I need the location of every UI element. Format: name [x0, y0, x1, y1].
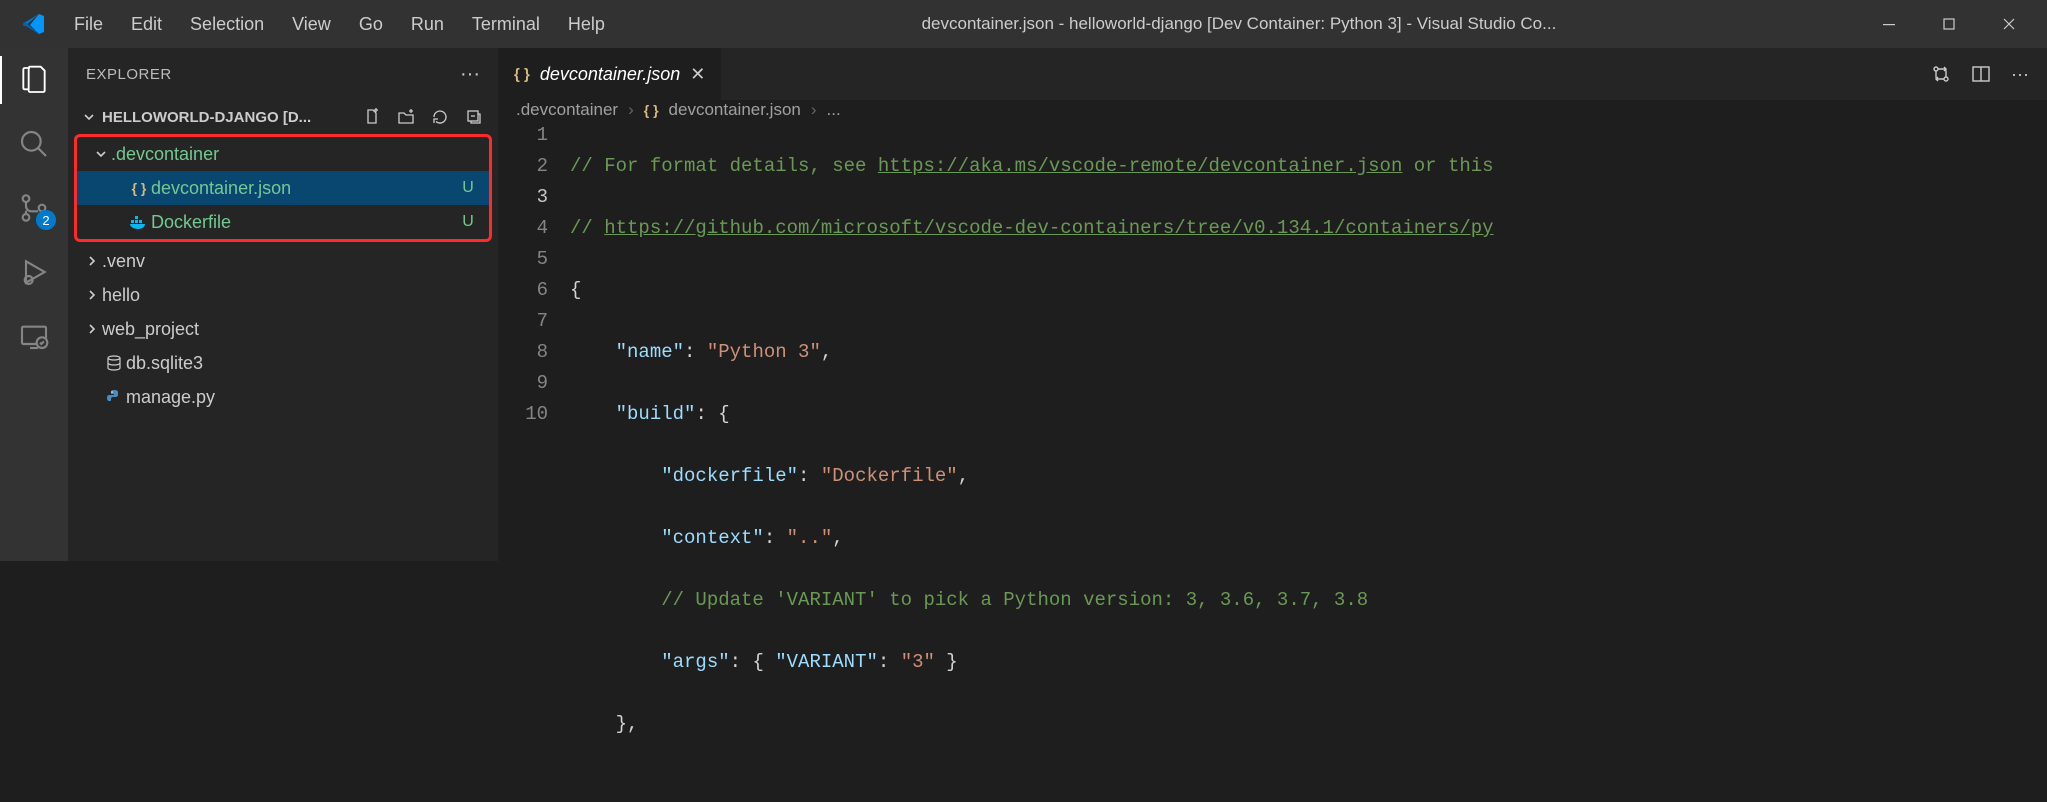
file-dockerfile[interactable]: Dockerfile U — [77, 205, 489, 239]
folder-web-project[interactable]: web_project — [68, 312, 498, 346]
tree-label: .devcontainer — [111, 144, 459, 165]
menu-selection[interactable]: Selection — [176, 10, 278, 39]
folder-hello[interactable]: hello — [68, 278, 498, 312]
refresh-icon[interactable] — [430, 107, 450, 127]
maximize-button[interactable] — [1919, 0, 1979, 48]
git-status: U — [459, 213, 477, 231]
editor-area: { } devcontainer.json ✕ ··· .devcontaine… — [498, 48, 2047, 561]
breadcrumb-folder[interactable]: .devcontainer — [516, 100, 618, 120]
collapse-all-icon[interactable] — [464, 107, 484, 127]
search-icon[interactable] — [16, 126, 52, 162]
new-file-icon[interactable] — [362, 107, 382, 127]
line-gutter: 1 2 3 4 5 6 7 8 9 10 — [498, 120, 570, 802]
minimize-button[interactable] — [1859, 0, 1919, 48]
menu-go[interactable]: Go — [345, 10, 397, 39]
window-title: devcontainer.json - helloworld-django [D… — [619, 14, 1859, 34]
explorer-actions — [362, 107, 484, 127]
new-folder-icon[interactable] — [396, 107, 416, 127]
remote-explorer-icon[interactable] — [16, 318, 52, 354]
more-actions-icon[interactable]: ··· — [2011, 64, 2029, 85]
folder-devcontainer[interactable]: .devcontainer — [77, 137, 489, 171]
workspace-name: HELLOWORLD-DJANGO [D... — [102, 109, 356, 126]
chevron-right-icon — [82, 288, 102, 302]
tab-label: devcontainer.json — [540, 64, 680, 85]
breadcrumb-more[interactable]: ... — [827, 100, 841, 120]
breadcrumbs[interactable]: .devcontainer › { } devcontainer.json › … — [498, 100, 2047, 120]
explorer-icon[interactable] — [16, 62, 52, 98]
python-file-icon — [102, 389, 126, 405]
code-content[interactable]: // For format details, see https://aka.m… — [570, 120, 2047, 802]
tree-label: manage.py — [126, 387, 486, 408]
chevron-right-icon — [82, 254, 102, 268]
folder-venv[interactable]: .venv — [68, 244, 498, 278]
breadcrumb-file[interactable]: devcontainer.json — [669, 100, 801, 120]
tree-label: .venv — [102, 251, 486, 272]
main-area: 2 EXPLORER ··· HELLOWORLD-DJANGO [D... — [0, 48, 2047, 561]
tree-label: web_project — [102, 319, 486, 340]
sidebar: EXPLORER ··· HELLOWORLD-DJANGO [D... .de… — [68, 48, 498, 561]
menu-help[interactable]: Help — [554, 10, 619, 39]
vscode-logo-icon — [20, 10, 48, 38]
tree-label: hello — [102, 285, 486, 306]
git-status: U — [459, 179, 477, 197]
file-manage-py[interactable]: manage.py — [68, 380, 498, 414]
titlebar: File Edit Selection View Go Run Terminal… — [0, 0, 2047, 48]
chevron-down-icon — [91, 147, 111, 161]
split-editor-icon[interactable] — [1971, 64, 1991, 85]
menu-file[interactable]: File — [60, 10, 117, 39]
scm-badge: 2 — [36, 210, 56, 230]
chevron-down-icon — [82, 110, 96, 124]
menu-edit[interactable]: Edit — [117, 10, 176, 39]
json-file-icon: { } — [127, 180, 151, 196]
tree-label: Dockerfile — [151, 212, 459, 233]
menu-run[interactable]: Run — [397, 10, 458, 39]
tab-bar: { } devcontainer.json ✕ ··· — [498, 48, 2047, 100]
tree-label: db.sqlite3 — [126, 353, 486, 374]
chevron-right-icon: › — [628, 100, 634, 120]
json-file-icon: { } — [514, 66, 530, 83]
source-control-icon[interactable]: 2 — [16, 190, 52, 226]
tab-devcontainer-json[interactable]: { } devcontainer.json ✕ — [498, 48, 722, 100]
chevron-right-icon — [82, 322, 102, 336]
close-button[interactable] — [1979, 0, 2039, 48]
compare-changes-icon[interactable] — [1931, 64, 1951, 85]
menubar: File Edit Selection View Go Run Terminal… — [60, 10, 619, 39]
explorer-title: EXPLORER — [86, 66, 172, 83]
json-file-icon: { } — [644, 102, 659, 118]
sidebar-header: EXPLORER ··· — [68, 48, 498, 100]
tree-label: devcontainer.json — [151, 178, 459, 199]
run-debug-icon[interactable] — [16, 254, 52, 290]
editor-actions: ··· — [1913, 64, 2047, 85]
file-db-sqlite[interactable]: db.sqlite3 — [68, 346, 498, 380]
chevron-right-icon: › — [811, 100, 817, 120]
folder-section-header[interactable]: HELLOWORLD-DJANGO [D... — [68, 100, 498, 134]
explorer-more-icon[interactable]: ··· — [460, 63, 480, 86]
database-file-icon — [102, 355, 126, 371]
menu-view[interactable]: View — [278, 10, 345, 39]
annotation-highlight: .devcontainer { } devcontainer.json U Do… — [74, 134, 492, 242]
window-controls — [1859, 0, 2039, 48]
docker-file-icon — [127, 215, 151, 229]
menu-terminal[interactable]: Terminal — [458, 10, 554, 39]
code-editor[interactable]: 1 2 3 4 5 6 7 8 9 10 // For format detai… — [498, 120, 2047, 802]
file-devcontainer-json[interactable]: { } devcontainer.json U — [77, 171, 489, 205]
close-tab-icon[interactable]: ✕ — [690, 64, 705, 85]
activity-bar: 2 — [0, 48, 68, 561]
